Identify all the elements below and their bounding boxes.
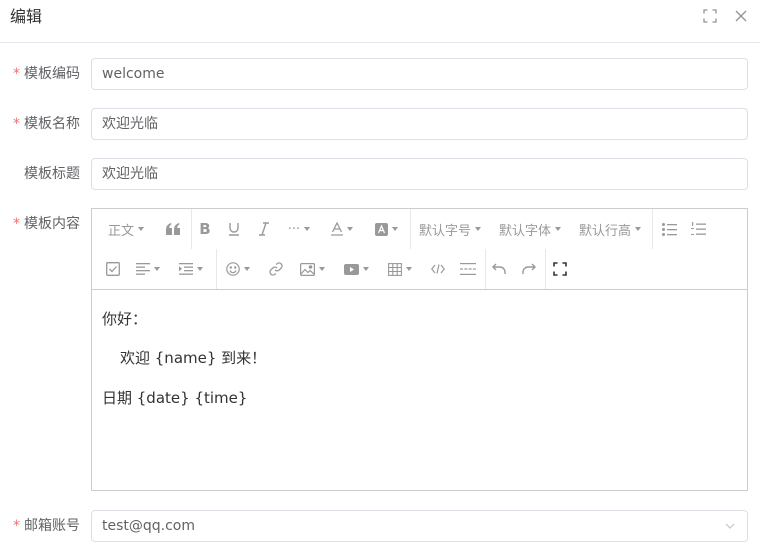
indent-icon[interactable] xyxy=(174,249,208,289)
required-mark: * xyxy=(13,518,20,534)
font-family-select[interactable]: 默认字体 xyxy=(496,209,564,249)
quote-icon[interactable] xyxy=(160,209,186,249)
font-size-select[interactable]: 默认字号 xyxy=(416,209,484,249)
redo-icon[interactable] xyxy=(517,249,541,289)
fullscreen-icon[interactable] xyxy=(703,9,717,23)
image-icon[interactable] xyxy=(296,249,328,289)
rich-text-editor: 正文 B ··· 默认字号 默认字体 默认行高 你好： 欢迎 {name} 到来… xyxy=(91,208,748,491)
numbered-list-icon[interactable] xyxy=(686,209,710,249)
title-label: 模板标题 xyxy=(24,166,80,182)
code-label: * 模板编码 xyxy=(13,66,80,82)
dialog-title: 编辑 xyxy=(10,7,43,26)
name-label: * 模板名称 xyxy=(13,116,80,132)
code-icon[interactable] xyxy=(426,249,450,289)
bold-icon[interactable]: B xyxy=(193,209,217,249)
emoji-icon[interactable] xyxy=(222,249,254,289)
required-mark: * xyxy=(13,66,20,82)
close-icon[interactable] xyxy=(734,9,748,23)
fullscreen-editor-icon[interactable] xyxy=(548,249,572,289)
divider-icon[interactable] xyxy=(456,249,480,289)
align-icon[interactable] xyxy=(132,249,164,289)
heading-select[interactable]: 正文 xyxy=(100,209,152,249)
dialog-header: 编辑 xyxy=(0,0,760,43)
video-icon[interactable] xyxy=(340,249,372,289)
title-input[interactable]: 欢迎光临 xyxy=(91,158,748,190)
required-mark: * xyxy=(13,116,20,132)
link-icon[interactable] xyxy=(264,249,288,289)
content-line-welcome: 欢迎 {name} 到来！ xyxy=(120,349,267,367)
name-input[interactable]: 欢迎光临 xyxy=(91,108,748,140)
account-label: * 邮箱账号 xyxy=(13,518,80,534)
undo-icon[interactable] xyxy=(487,249,511,289)
line-height-select[interactable]: 默认行高 xyxy=(576,209,644,249)
font-color-icon[interactable] xyxy=(328,209,356,249)
required-mark: * xyxy=(13,216,20,232)
bulleted-list-icon[interactable] xyxy=(657,209,681,249)
account-select[interactable]: test@qq.com xyxy=(91,510,748,542)
editor-toolbar: 正文 B ··· 默认字号 默认字体 默认行高 xyxy=(92,209,747,290)
content-line-greeting: 你好： xyxy=(102,310,148,328)
code-input[interactable]: welcome xyxy=(91,58,748,90)
underline-icon[interactable] xyxy=(222,209,246,249)
account-select-value: test@qq.com xyxy=(102,518,196,534)
italic-icon[interactable] xyxy=(252,209,276,249)
content-label: * 模板内容 xyxy=(13,216,80,232)
table-icon[interactable] xyxy=(384,249,416,289)
background-color-icon[interactable] xyxy=(371,209,401,249)
todo-checkbox-icon[interactable] xyxy=(100,249,126,289)
chevron-down-icon xyxy=(725,523,735,529)
more-style-select[interactable]: ··· xyxy=(282,209,316,249)
content-line-date: 日期 {date} {time} xyxy=(102,389,248,407)
